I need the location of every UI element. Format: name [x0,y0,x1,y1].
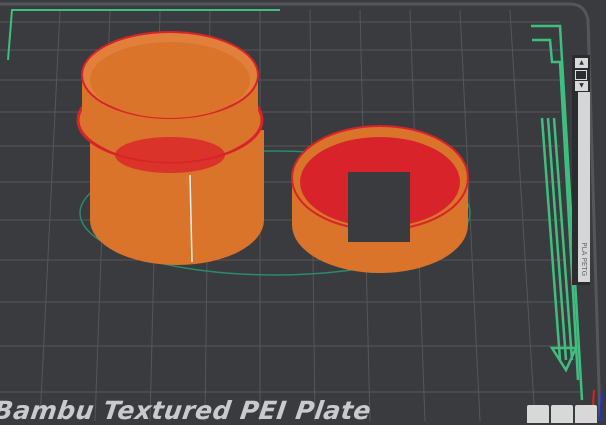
layer-toggle-icon[interactable] [575,70,587,80]
lid-object [291,125,469,273]
toolbar-tab[interactable] [575,405,597,423]
toolbar-tab[interactable] [551,405,573,423]
cylinder-object [76,31,264,265]
toolbar-tab[interactable] [527,405,549,423]
bottom-toolbar [527,405,599,423]
layer-slider-track[interactable]: PLA PETG [578,92,590,282]
3d-preview-viewport[interactable] [0,0,606,421]
layer-up-icon[interactable]: ▲ [575,58,588,68]
filament-label: PLA PETG [580,242,588,276]
layer-down-icon[interactable]: ▼ [575,81,588,91]
